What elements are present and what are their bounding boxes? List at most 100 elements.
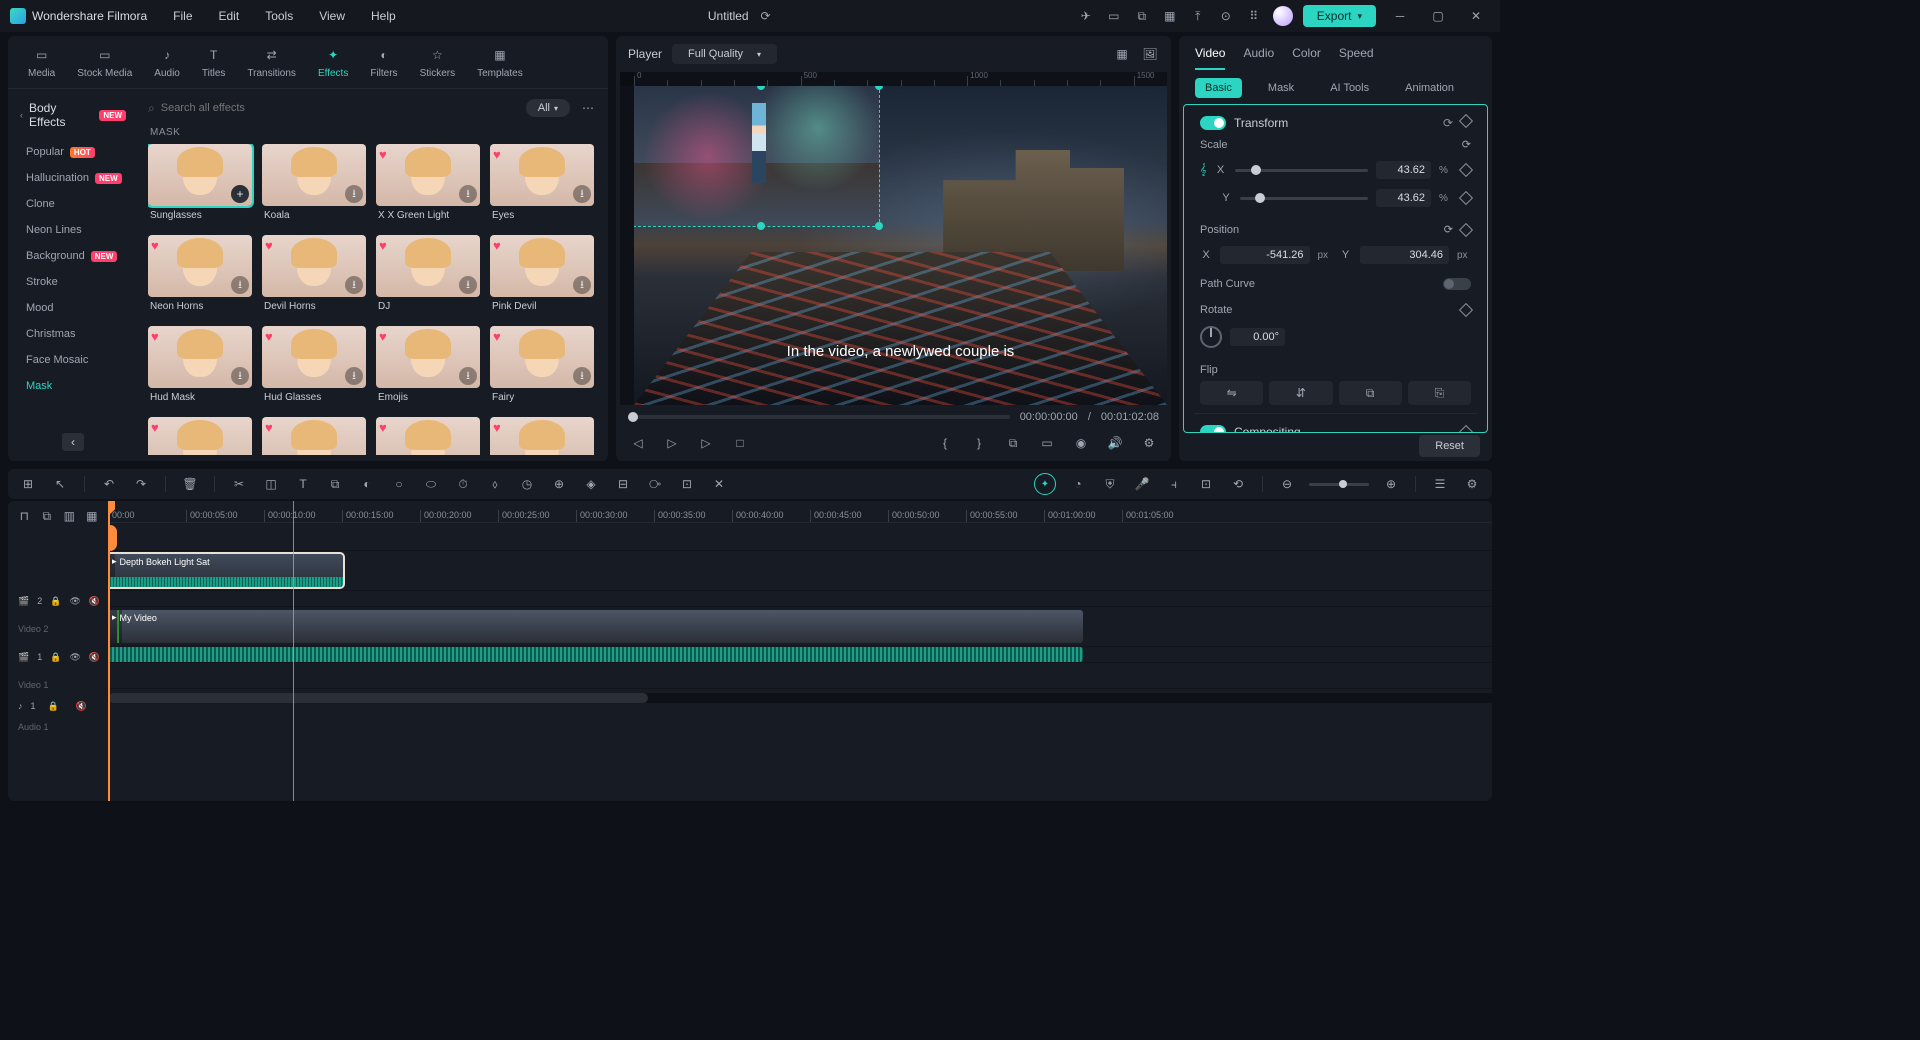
progress-bar[interactable] [628,415,1010,419]
user-avatar[interactable] [1273,6,1293,26]
volume-button[interactable]: 🔊 [1105,433,1125,453]
link-tracks-icon[interactable]: ⧉ [41,506,54,526]
sidebar-item-mood[interactable]: Mood [12,295,134,321]
clip-audio1[interactable] [108,647,1083,662]
magnet-icon[interactable]: ⊓ [18,506,31,526]
effect-item[interactable]: ♥⭳X X Green Light [376,144,480,225]
keyframe-tl-button[interactable]: ⬨ [485,474,505,494]
cursor-icon[interactable]: ↖ [50,474,70,494]
effect-item[interactable]: ♥⭳Fairy [490,326,594,407]
download-icon[interactable]: ⭳ [573,276,591,294]
lock-icon[interactable]: 🔒 [44,696,64,716]
flip-vertical-button[interactable]: ⇵ [1269,381,1332,405]
mic-icon[interactable]: 🎤 [1132,474,1152,494]
menu-view[interactable]: View [309,5,355,27]
menu-edit[interactable]: Edit [209,5,250,27]
sidebar-item-background[interactable]: BackgroundNEW [12,243,134,269]
download-icon[interactable]: ⭳ [231,276,249,294]
picture-icon[interactable]: 🖼 [1141,45,1159,63]
play-button[interactable]: ▷ [662,433,682,453]
prop-tab-video[interactable]: Video [1195,46,1225,70]
download-icon[interactable]: ⭳ [459,276,477,294]
send-icon[interactable]: ✈ [1077,7,1095,25]
mask-tl-button[interactable]: ⬭ [421,474,441,494]
sidebar-item-hallucination[interactable]: HallucinationNEW [12,165,134,191]
tab-effects[interactable]: ✦Effects [318,45,348,79]
mute-icon[interactable]: 🔇 [89,647,100,667]
crop-button[interactable]: ⧉ [1003,433,1023,453]
effect-item[interactable]: ♥⭳Gentleman [490,417,594,455]
tab-stock-media[interactable]: ▭Stock Media [77,45,132,79]
mixer-icon[interactable]: ⫞ [1164,474,1184,494]
scale-y-input[interactable] [1376,189,1431,207]
undo-button[interactable]: ↶ [99,474,119,494]
keyframe-icon[interactable] [1459,303,1473,317]
capture-icon[interactable]: ⧉ [1133,7,1151,25]
pip-clip-selection[interactable] [634,86,879,226]
sidebar-item-mask[interactable]: Mask [12,373,134,399]
mark-out-button[interactable]: } [969,433,989,453]
add-icon[interactable]: + [231,185,249,203]
effect-item[interactable]: ♥⭳Hud Mask [148,326,252,407]
download-icon[interactable]: ⭳ [459,367,477,385]
settings-tl-icon[interactable]: ⚙ [1462,474,1482,494]
sub-tab-basic[interactable]: Basic [1195,78,1242,98]
track-v1-header[interactable]: 🎬 1 🔒 👁 🔇 [8,637,108,677]
transform-section-header[interactable]: Transform ⟳ [1200,113,1471,133]
tab-filters[interactable]: ◐Filters [370,45,397,79]
effect-item[interactable]: ♥⭳Eyes [490,144,594,225]
effect-item[interactable]: ♥⭳Emojis [376,326,480,407]
keyframe-icon[interactable] [1459,163,1473,177]
resize-handle[interactable] [757,222,765,230]
marker-button[interactable]: ◈ [581,474,601,494]
redo-button[interactable]: ↷ [131,474,151,494]
sidebar-item-clone[interactable]: Clone [12,191,134,217]
path-curve-toggle[interactable] [1443,278,1471,290]
timeline-ruler[interactable]: 00:0000:00:05:0000:00:10:0000:00:15:0000… [108,501,1492,523]
scale-x-slider[interactable] [1235,169,1368,172]
tab-templates[interactable]: ▦Templates [477,45,523,79]
effect-item[interactable]: ♥⭳DJ [376,235,480,316]
sub-tab-mask[interactable]: Mask [1258,78,1304,98]
layout-icon[interactable]: ⊞ [18,474,38,494]
effect-item[interactable]: ♥⭳Hud Mask Blue [376,417,480,455]
cut-button[interactable]: ✂ [229,474,249,494]
prop-tab-speed[interactable]: Speed [1339,46,1374,70]
eye-icon[interactable]: 👁 [69,591,80,611]
maximize-button[interactable]: ▢ [1424,4,1452,28]
menu-tools[interactable]: Tools [255,5,303,27]
timeline-tracks[interactable]: 00:0000:00:05:0000:00:10:0000:00:15:0000… [108,501,1492,801]
sub-tab-animation[interactable]: Animation [1395,78,1464,98]
transform-toggle[interactable] [1200,116,1226,130]
keyframe-icon[interactable] [1459,114,1473,128]
comment-icon[interactable]: ▭ [1105,7,1123,25]
reset-button[interactable]: Reset [1419,435,1480,457]
download-icon[interactable]: ⭳ [345,185,363,203]
voice-icon[interactable]: ◔ [1068,474,1088,494]
settings-button[interactable]: ⚙ [1139,433,1159,453]
zoom-slider[interactable] [1309,483,1369,486]
upload-icon[interactable]: ⤒ [1189,7,1207,25]
download-icon[interactable]: ⭳ [573,185,591,203]
mute-icon[interactable]: 🔇 [89,591,100,611]
keyframe-icon[interactable] [1459,222,1473,236]
effect-item[interactable]: +Sunglasses [148,144,252,225]
link-tl-icon[interactable]: ⟲ [1228,474,1248,494]
tab-stickers[interactable]: ☆Stickers [420,45,456,79]
compositing-section-header[interactable]: Compositing [1200,422,1471,433]
rotate-dial[interactable] [1200,326,1222,348]
color-tl-button[interactable]: ○ [389,474,409,494]
playhead[interactable] [108,501,110,801]
effect-item[interactable]: ♥⭳Pink Devil [490,235,594,316]
prop-tab-audio[interactable]: Audio [1243,46,1274,70]
effect-item[interactable]: ♥⭳Neon Horns [148,235,252,316]
render-icon[interactable]: ⊡ [1196,474,1216,494]
detach-button[interactable]: ✕ [709,474,729,494]
crop-tl-button[interactable]: ◫ [261,474,281,494]
library-icon[interactable]: ▦ [1161,7,1179,25]
reset-icon[interactable]: ⟳ [1444,223,1453,236]
eye-icon[interactable]: 👁 [69,647,80,667]
lock-icon[interactable]: 🔒 [50,591,61,611]
position-y-input[interactable] [1360,246,1450,264]
tab-audio[interactable]: ♪Audio [154,45,180,79]
